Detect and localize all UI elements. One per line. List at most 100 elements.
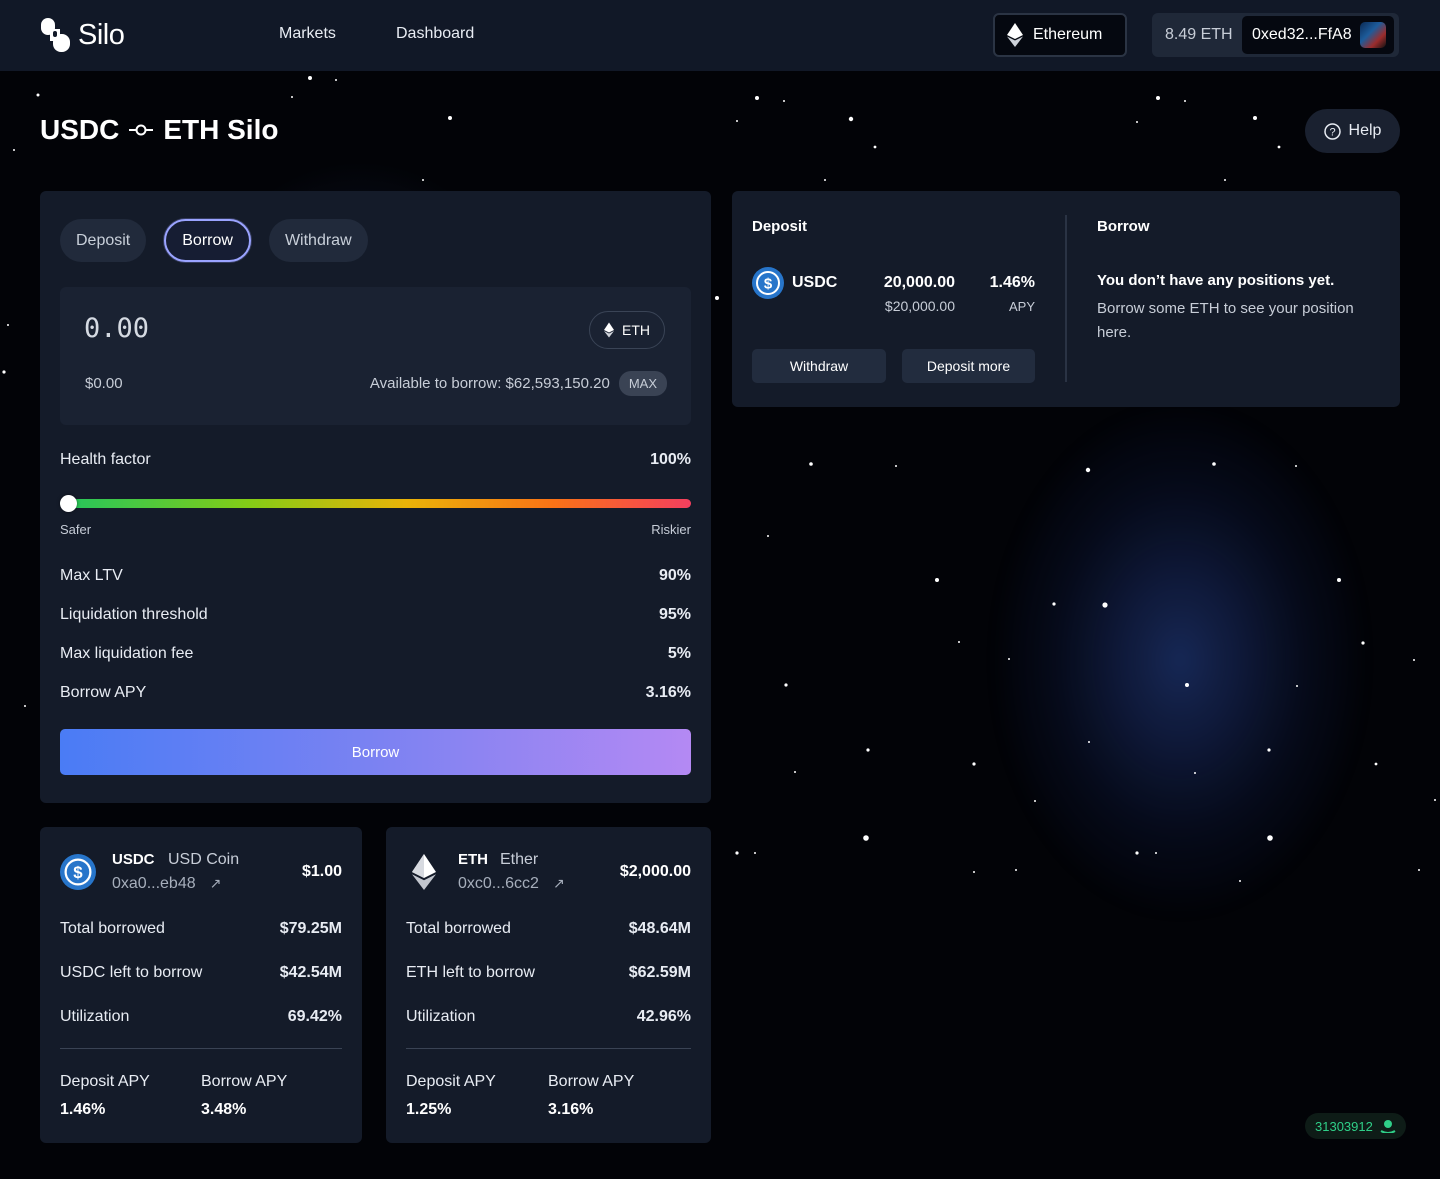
nav-markets[interactable]: Markets — [279, 25, 336, 43]
available-text: Available to borrow: $62,593,150.20 — [369, 375, 610, 392]
health-factor-knob — [60, 495, 77, 512]
logo-text: Silo — [78, 18, 125, 51]
divider — [60, 1048, 342, 1049]
stat-row: Max LTV 90% — [60, 567, 691, 585]
block-number-badge: 31303912 — [1305, 1113, 1406, 1139]
page-title: USDC ETH Silo — [40, 114, 278, 146]
status-indicator-icon — [1380, 1120, 1396, 1133]
max-button[interactable]: MAX — [618, 371, 667, 396]
asset-stat-value: 42.96% — [636, 1008, 691, 1025]
tab-deposit[interactable]: Deposit — [60, 219, 147, 262]
borrow-form-card: Deposit Borrow Withdraw 0.00 ETH $0.00 A… — [40, 191, 711, 803]
asset-stat-label: Total borrowed — [406, 920, 511, 937]
stat-label: Borrow APY — [60, 684, 147, 701]
asset-address-link[interactable]: 0xa0...eb48 ↗ — [112, 875, 221, 893]
borrow-apy-label: Borrow APY — [201, 1073, 288, 1090]
asset-stat-row: Total borrowed $48.64M — [406, 920, 691, 938]
help-label: Help — [1348, 122, 1382, 139]
network-selector-button[interactable]: Ethereum — [993, 13, 1127, 57]
withdraw-button[interactable]: Withdraw — [752, 349, 886, 383]
asset-stat-row: USDC left to borrow $42.54M — [60, 964, 342, 982]
wallet-avatar — [1359, 22, 1386, 48]
asset-stat-label: Total borrowed — [60, 920, 165, 937]
help-button[interactable]: ? Help — [1305, 109, 1400, 153]
health-factor-bar — [60, 495, 691, 512]
asset-card-usdc: $ USDC USD Coin 0xa0...eb48 ↗ $1.00 Total… — [40, 827, 362, 1143]
asset-stat-row: Utilization 42.96% — [406, 1008, 691, 1026]
wallet-button[interactable]: 8.49 ETH 0xed32...FfA8 — [1152, 13, 1399, 57]
deposit-section-title: Deposit — [752, 218, 808, 235]
health-factor-label: Health factor — [60, 451, 151, 468]
asset-stat-value: $62.59M — [628, 964, 691, 981]
stat-row: Borrow APY 3.16% — [60, 684, 691, 702]
riskier-label: Riskier — [651, 522, 691, 537]
silo-logo[interactable]: Silo — [40, 17, 125, 53]
tab-withdraw[interactable]: Withdraw — [268, 219, 368, 262]
svg-text:?: ? — [1329, 126, 1335, 138]
stat-label: Liquidation threshold — [60, 606, 208, 623]
stat-row: Max liquidation fee 5% — [60, 645, 691, 663]
token-symbol: ETH — [622, 322, 650, 338]
wallet-address-chip[interactable]: 0xed32...FfA8 — [1242, 16, 1394, 54]
deposit-apy: 1.46% — [989, 274, 1035, 291]
usdc-icon: $ — [752, 267, 784, 299]
asset-price: $1.00 — [301, 863, 342, 880]
available-to-borrow: Available to borrow: $62,593,150.20 MAX — [370, 371, 667, 396]
borrow-apy-value: 3.16% — [548, 1101, 594, 1118]
external-link-icon: ↗ — [552, 875, 565, 891]
asset-address: 0xc0...6cc2 — [458, 875, 539, 892]
empty-positions-title: You don’t have any positions yet. — [1097, 272, 1335, 289]
health-factor-row: Health factor 100% — [60, 451, 691, 469]
action-tabs: Deposit Borrow Withdraw — [60, 219, 368, 262]
title-asset-usdc: USDC — [40, 114, 120, 145]
token-selector[interactable]: ETH — [589, 311, 665, 349]
ethereum-icon — [412, 854, 436, 890]
top-navigation-bar: Silo Markets Dashboard Ethereum 8.49 ETH… — [0, 0, 1440, 71]
positions-card: Deposit $ USDC 20,000.00 $20,000.00 1.46… — [732, 191, 1400, 407]
asset-symbol: USDC — [112, 851, 155, 868]
stat-label: Max liquidation fee — [60, 645, 194, 662]
asset-address-link[interactable]: 0xc0...6cc2 ↗ — [458, 875, 565, 893]
background-glow — [990, 400, 1370, 920]
asset-stat-label: USDC left to borrow — [60, 964, 203, 981]
stat-label: Max LTV — [60, 567, 123, 584]
title-silo-eth: ETH Silo — [163, 114, 279, 145]
deposit-usd-amount: $20,000.00 — [884, 298, 955, 314]
asset-name: USD Coin — [168, 851, 240, 868]
asset-card-eth: ETH Ether 0xc0...6cc2 ↗ $2,000.00 Total b… — [386, 827, 711, 1143]
deposit-apy-label: APY — [1008, 299, 1035, 314]
link-arrow-icon — [129, 124, 154, 136]
amount-input[interactable]: 0.00 — [84, 313, 149, 344]
wallet-balance: 8.49 ETH — [1165, 26, 1233, 43]
stat-value: 5% — [667, 645, 691, 662]
borrow-apy-label: Borrow APY — [548, 1073, 635, 1090]
asset-header: ETH Ether 0xc0...6cc2 ↗ $2,000.00 — [406, 851, 691, 901]
asset-address: 0xa0...eb48 — [112, 875, 196, 892]
help-icon: ? — [1323, 122, 1341, 140]
silo-logo-icon — [41, 18, 70, 52]
asset-stat-label: ETH left to borrow — [406, 964, 535, 981]
stat-value: 95% — [658, 606, 691, 623]
asset-stat-row: Total borrowed $79.25M — [60, 920, 342, 938]
borrow-submit-button[interactable]: Borrow — [60, 729, 691, 775]
asset-stat-label: Utilization — [60, 1008, 130, 1025]
amount-input-panel[interactable]: 0.00 ETH $0.00 Available to borrow: $62,… — [60, 287, 691, 425]
stat-value: 3.16% — [645, 684, 691, 701]
deposit-token-symbol: USDC — [792, 274, 838, 291]
deposit-amount: 20,000.00 — [883, 274, 955, 291]
deposit-apy-value: 1.25% — [406, 1101, 452, 1118]
svg-text:$: $ — [764, 276, 773, 293]
svg-text:$: $ — [73, 863, 83, 882]
usd-value: $0.00 — [85, 375, 123, 392]
empty-positions-text: Borrow some ETH to see your position her… — [1097, 300, 1354, 341]
asset-name: Ether — [500, 851, 539, 868]
asset-price: $2,000.00 — [619, 863, 691, 880]
asset-stat-value: 69.42% — [287, 1008, 342, 1025]
asset-stat-value: $42.54M — [279, 964, 342, 981]
nav-dashboard[interactable]: Dashboard — [396, 25, 474, 43]
borrow-apy-value: 3.48% — [201, 1101, 247, 1118]
deposit-more-button[interactable]: Deposit more — [902, 349, 1035, 383]
tab-borrow[interactable]: Borrow — [164, 219, 251, 262]
asset-symbol: ETH — [458, 851, 488, 868]
stat-row: Liquidation threshold 95% — [60, 606, 691, 624]
